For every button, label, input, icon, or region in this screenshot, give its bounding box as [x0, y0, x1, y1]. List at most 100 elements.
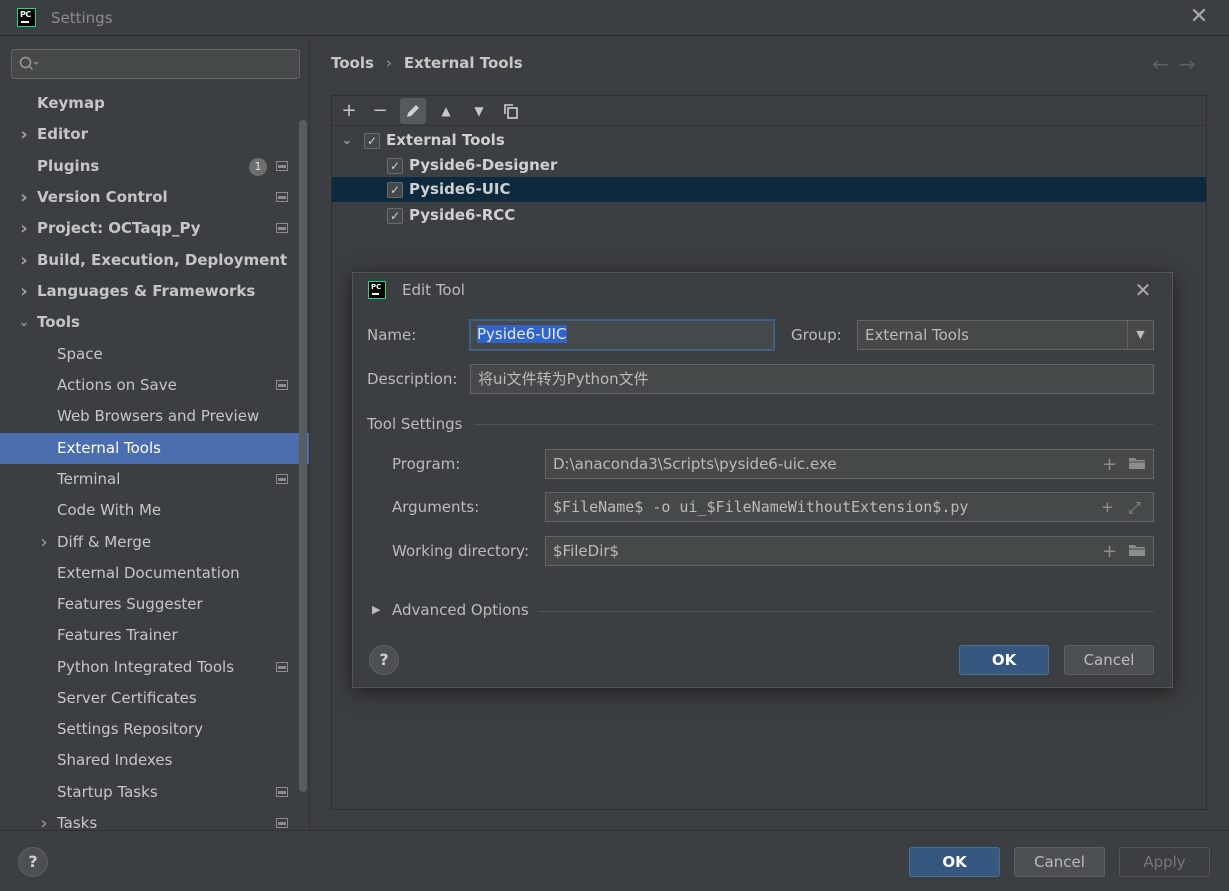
chevron-right-icon[interactable]: › — [17, 245, 31, 276]
sidebar-item-label: Python Integrated Tools — [57, 658, 235, 676]
sidebar-item-label: Shared Indexes — [57, 751, 173, 769]
item-checkbox[interactable]: ✓ — [387, 208, 403, 224]
arguments-label: Arguments: — [392, 498, 480, 516]
sidebar-item-terminal[interactable]: Terminal — [0, 464, 309, 495]
sidebar-item-code-with-me[interactable]: Code With Me — [0, 495, 309, 526]
sidebar-item-languages-frameworks[interactable]: › Languages & Frameworks — [0, 276, 309, 307]
tree-item-label: Pyside6-UIC — [409, 180, 511, 198]
chevron-right-icon[interactable]: › — [17, 182, 31, 213]
group-checkbox[interactable]: ✓ — [364, 133, 380, 149]
browse-folder-icon[interactable] — [1128, 456, 1146, 474]
dialog-cancel-button[interactable]: Cancel — [1064, 645, 1154, 675]
breadcrumb-separator: › — [385, 54, 392, 72]
sidebar-item-plugins[interactable]: Plugins 1 — [0, 151, 309, 182]
project-level-icon — [276, 787, 288, 797]
dialog-ok-button[interactable]: OK — [959, 645, 1049, 675]
sidebar-item-shared-indexes[interactable]: Shared Indexes — [0, 745, 309, 776]
edit-icon[interactable] — [400, 98, 426, 124]
sidebar-item-label: Project: OCTaqp_Py — [37, 219, 201, 237]
chevron-right-icon[interactable]: › — [17, 276, 31, 307]
sidebar-scrollbar[interactable] — [299, 120, 307, 792]
settings-apply-button[interactable]: Apply — [1119, 847, 1210, 877]
chevron-down-icon[interactable]: ⌄ — [340, 128, 354, 153]
tools-toolbar: + − ▲ ▼ — [332, 96, 1206, 126]
sidebar-item-server-certificates[interactable]: Server Certificates — [0, 683, 309, 714]
sidebar-item-web-browsers-and-preview[interactable]: Web Browsers and Preview — [0, 401, 309, 432]
project-level-icon — [276, 380, 288, 390]
tree-item-pyside6-uic[interactable]: ✓ Pyside6-UIC — [332, 177, 1206, 202]
settings-ok-button[interactable]: OK — [909, 847, 1000, 877]
insert-macro-icon[interactable]: + — [1102, 543, 1117, 561]
sidebar-item-label: Code With Me — [57, 501, 162, 519]
sidebar-item-version-control[interactable]: › Version Control — [0, 182, 309, 213]
advanced-options-toggle[interactable]: Advanced Options — [392, 601, 529, 619]
settings-cancel-button[interactable]: Cancel — [1014, 847, 1105, 877]
window-close-icon[interactable]: ✕ — [1188, 6, 1210, 28]
browse-folder-icon[interactable] — [1128, 543, 1146, 561]
item-checkbox[interactable]: ✓ — [387, 182, 403, 198]
chevron-down-icon[interactable]: ▼ — [1127, 321, 1153, 349]
breadcrumb-parent[interactable]: Tools — [331, 54, 374, 72]
add-icon[interactable]: + — [336, 98, 362, 124]
sidebar-item-tools[interactable]: ⌄ Tools — [0, 307, 309, 338]
sidebar-item-label: Features Trainer — [57, 626, 178, 644]
sidebar-item-actions-on-save[interactable]: Actions on Save — [0, 370, 309, 401]
tree-item-label: Pyside6-RCC — [409, 206, 516, 224]
chevron-right-icon[interactable]: › — [17, 213, 31, 244]
tool-settings-divider — [474, 424, 1154, 425]
chevron-right-icon[interactable]: ▶ — [372, 603, 380, 616]
copy-icon[interactable] — [498, 98, 524, 124]
description-label: Description: — [367, 370, 458, 388]
sidebar-item-editor[interactable]: › Editor — [0, 119, 309, 150]
tree-group-external-tools[interactable]: ⌄ ✓ External Tools — [332, 128, 1206, 153]
working-directory-label: Working directory: — [392, 542, 530, 560]
sidebar-item-settings-repository[interactable]: Settings Repository — [0, 714, 309, 745]
name-value: Pyside6-UIC — [477, 325, 567, 343]
sidebar-item-project-octaqp-py[interactable]: › Project: OCTaqp_Py — [0, 213, 309, 244]
program-field[interactable]: D:\anaconda3\Scripts\pyside6-uic.exe + — [545, 449, 1154, 479]
breadcrumb: Tools › External Tools — [331, 54, 523, 72]
pycharm-logo-icon: PC — [368, 281, 386, 299]
forward-arrow-icon[interactable]: → — [1179, 52, 1206, 76]
settings-search-input[interactable] — [11, 49, 300, 79]
sidebar-item-label: Features Suggester — [57, 595, 203, 613]
sidebar-item-label: Terminal — [57, 470, 121, 488]
insert-macro-icon[interactable]: + — [1102, 499, 1113, 517]
insert-macro-icon[interactable]: + — [1102, 456, 1117, 474]
sidebar-item-build-execution-deployment[interactable]: › Build, Execution, Deployment — [0, 245, 309, 276]
remove-icon[interactable]: − — [367, 98, 393, 124]
sidebar-item-features-suggester[interactable]: Features Suggester — [0, 589, 309, 620]
name-field[interactable]: Pyside6-UIC — [469, 319, 775, 351]
dialog-help-button[interactable]: ? — [369, 645, 399, 675]
sidebar-item-diff-merge[interactable]: › Diff & Merge — [0, 527, 309, 558]
sidebar-item-label: Space — [57, 345, 103, 363]
arguments-value: $FileName$ -o ui_$FileNameWithoutExtensi… — [553, 498, 969, 516]
sidebar-item-external-tools[interactable]: External Tools — [0, 433, 309, 464]
chevron-down-icon[interactable]: ⌄ — [17, 307, 31, 338]
project-level-icon — [276, 161, 288, 171]
chevron-right-icon[interactable]: › — [17, 119, 31, 150]
tree-item-pyside6-rcc[interactable]: ✓ Pyside6-RCC — [332, 203, 1206, 228]
description-field[interactable]: 将ui文件转为Python文件 — [470, 364, 1154, 394]
expand-icon[interactable]: ⤢ — [1128, 499, 1141, 517]
working-directory-field[interactable]: $FileDir$ + — [545, 536, 1154, 566]
arguments-field[interactable]: $FileName$ -o ui_$FileNameWithoutExtensi… — [545, 492, 1154, 522]
group-select[interactable]: External Tools ▼ — [857, 320, 1154, 350]
settings-help-button[interactable]: ? — [18, 847, 48, 877]
sidebar-item-python-integrated-tools[interactable]: Python Integrated Tools — [0, 652, 309, 683]
pycharm-logo-icon: PC — [17, 8, 36, 27]
item-checkbox[interactable]: ✓ — [387, 158, 403, 174]
sidebar-item-keymap[interactable]: Keymap — [0, 88, 309, 119]
move-down-icon[interactable]: ▼ — [466, 98, 492, 124]
sidebar-item-label: Settings Repository — [57, 720, 204, 738]
sidebar-item-space[interactable]: Space — [0, 339, 309, 370]
sidebar-item-features-trainer[interactable]: Features Trainer — [0, 620, 309, 651]
chevron-right-icon[interactable]: › — [37, 527, 51, 558]
tree-item-pyside6-designer[interactable]: ✓ Pyside6-Designer — [332, 153, 1206, 178]
search-icon — [19, 56, 39, 71]
move-up-icon[interactable]: ▲ — [433, 98, 459, 124]
sidebar-item-startup-tasks[interactable]: Startup Tasks — [0, 777, 309, 808]
sidebar-item-external-documentation[interactable]: External Documentation — [0, 558, 309, 589]
back-arrow-icon[interactable]: ← — [1152, 52, 1179, 76]
dialog-close-icon[interactable]: ✕ — [1132, 279, 1154, 301]
